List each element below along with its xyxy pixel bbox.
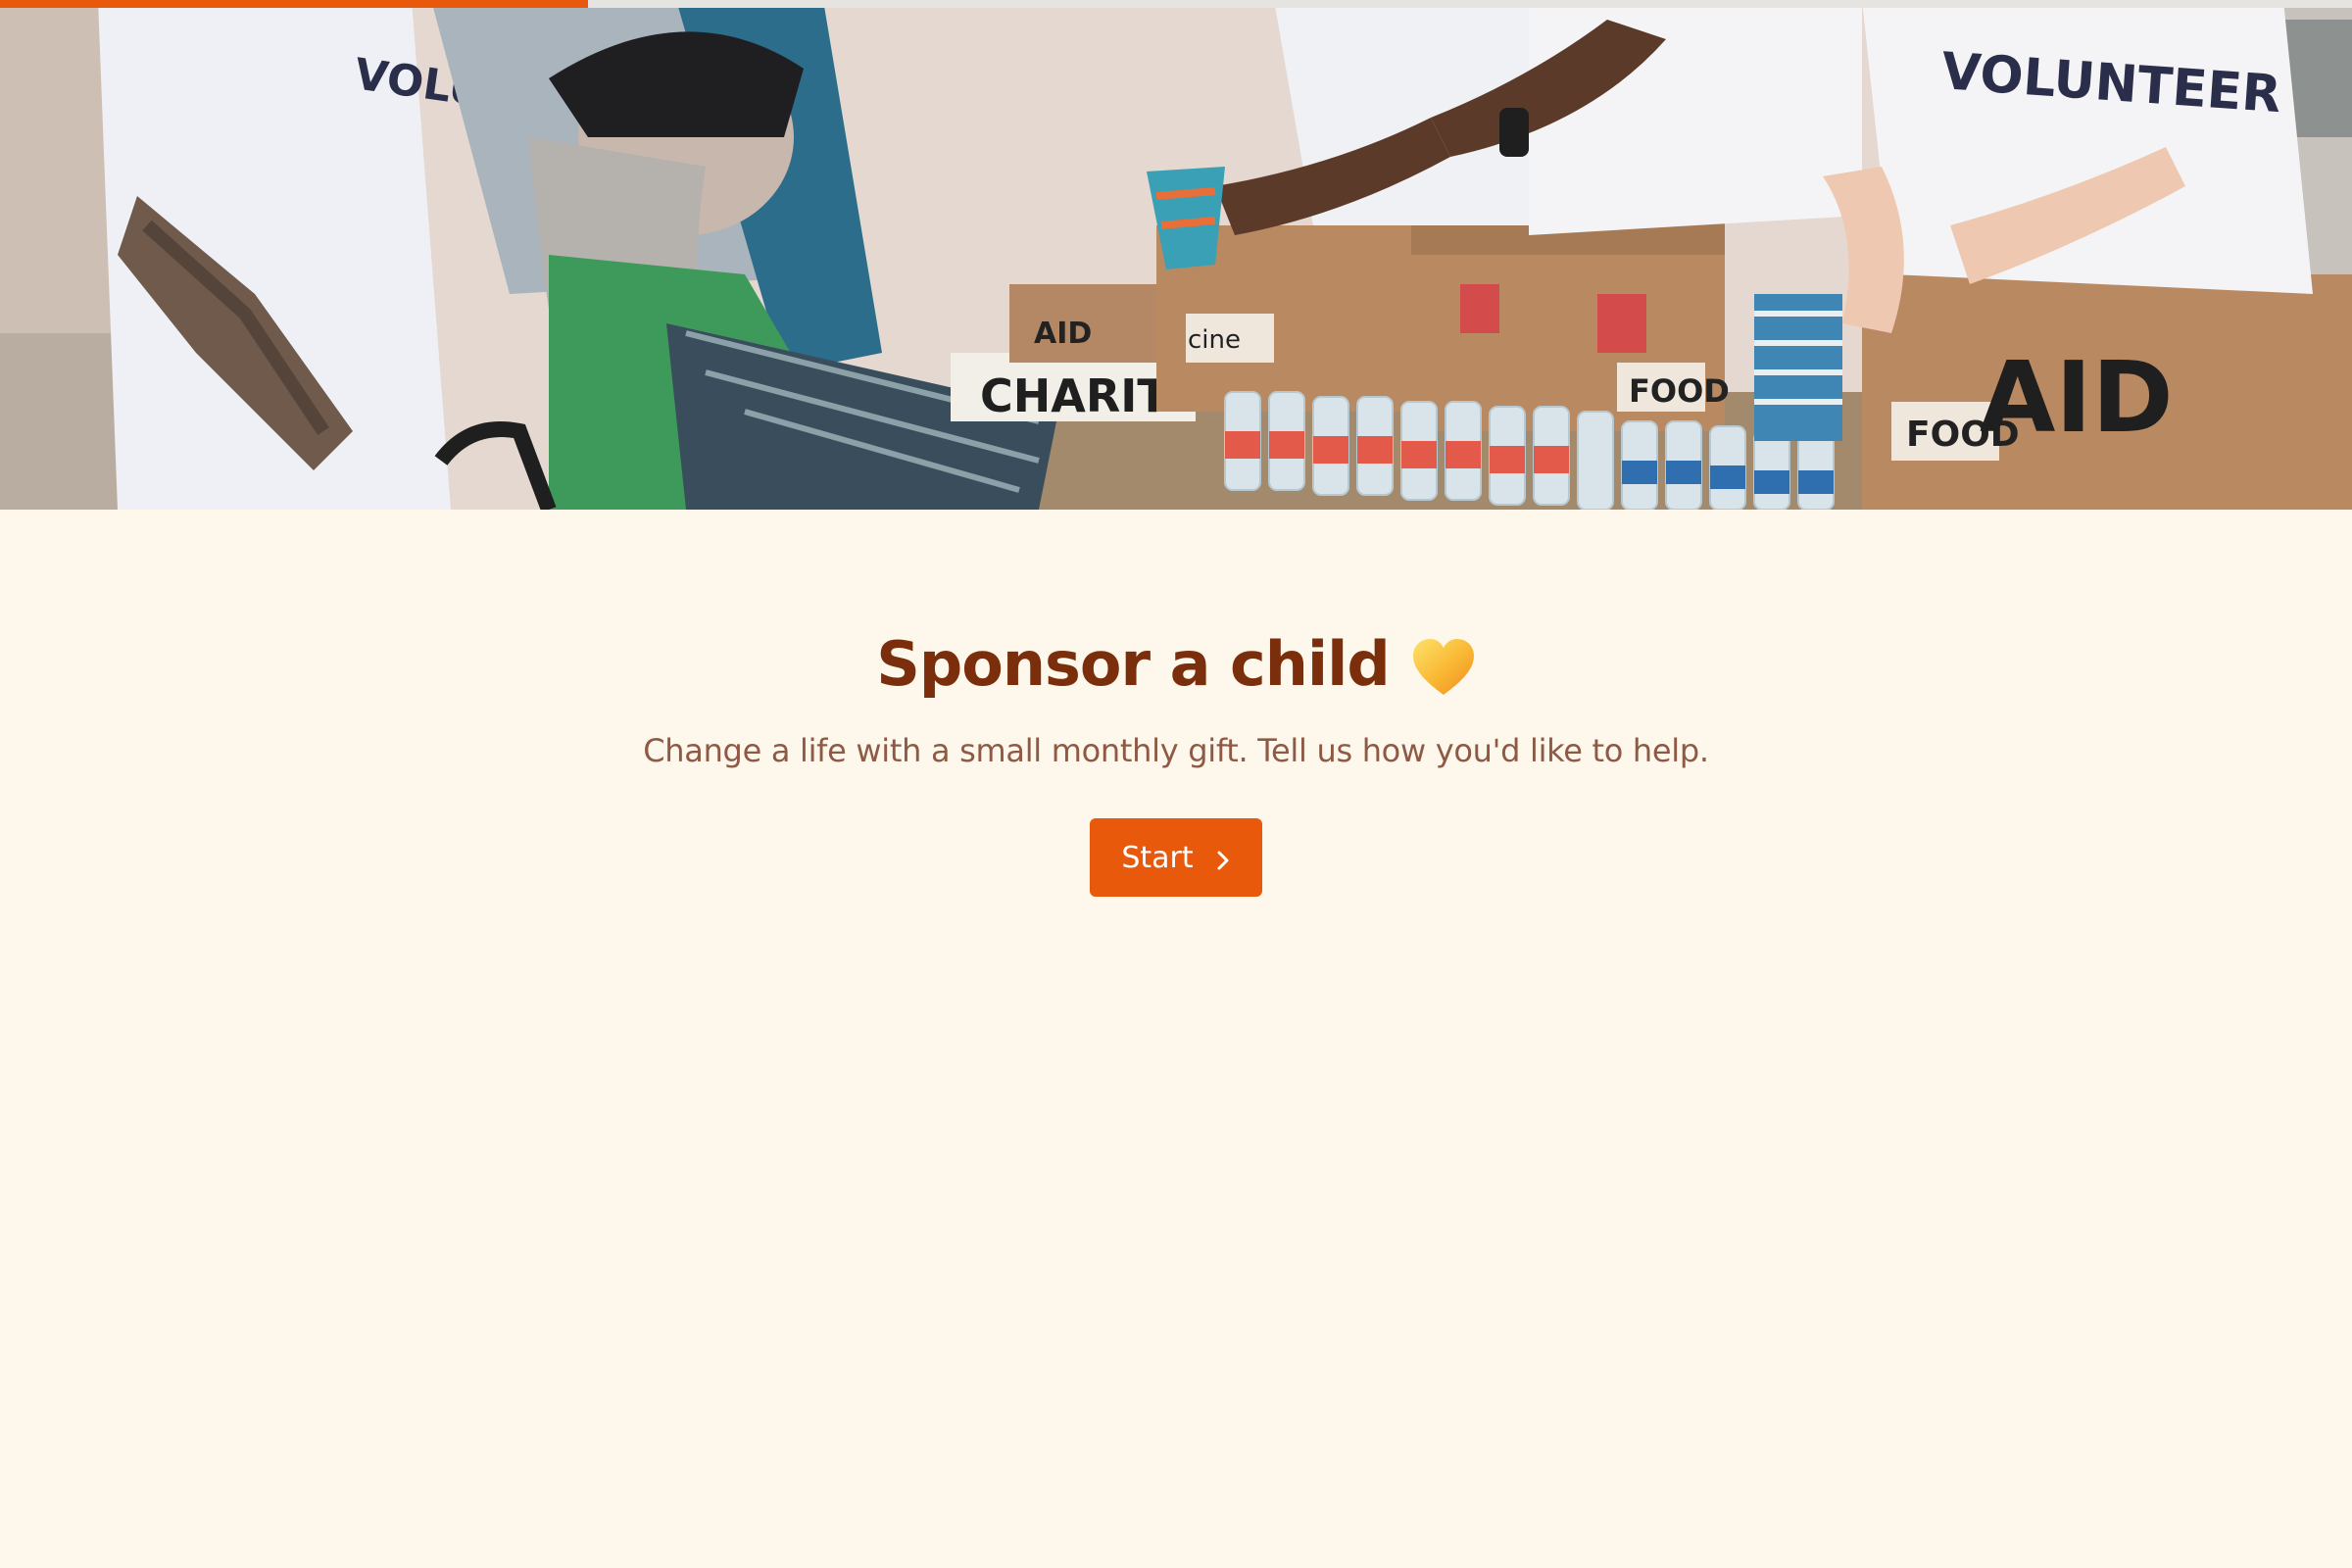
- hero-image: VOLUNTE CHARITY AID cine: [0, 0, 2352, 510]
- title-row: Sponsor a child: [0, 632, 2352, 697]
- svg-text:AID: AID: [1034, 317, 1092, 351]
- start-button-label: Start: [1121, 840, 1194, 875]
- yellow-heart-icon: [1411, 638, 1476, 697]
- svg-text:AID: AID: [1980, 340, 2174, 455]
- svg-text:FOOD: FOOD: [1629, 372, 1730, 410]
- page-subtitle: Change a life with a small monthly gift.…: [643, 732, 1709, 769]
- chevron-right-icon: [1215, 846, 1231, 870]
- volunteers-photo: VOLUNTE CHARITY AID cine: [0, 0, 2352, 510]
- progress-bar: [0, 0, 2352, 8]
- page: VOLUNTE CHARITY AID cine: [0, 0, 2352, 1568]
- start-button[interactable]: Start: [1090, 818, 1262, 897]
- svg-text:cine: cine: [1188, 325, 1241, 355]
- page-title: Sponsor a child: [876, 628, 1391, 700]
- progress-bar-fill: [0, 0, 588, 8]
- welcome-section: Sponsor a child Change a life with a sma…: [0, 510, 2352, 897]
